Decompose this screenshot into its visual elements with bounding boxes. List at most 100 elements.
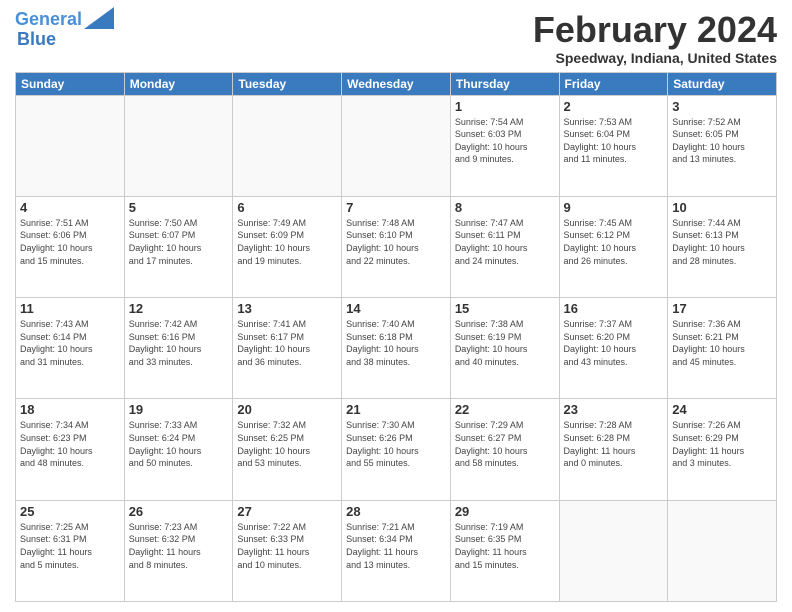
calendar-cell: 5 Sunrise: 7:50 AM Sunset: 6:07 PM Daylig…	[124, 196, 233, 297]
day-info: Sunrise: 7:38 AM Sunset: 6:19 PM Dayligh…	[455, 318, 555, 368]
calendar-cell: 15 Sunrise: 7:38 AM Sunset: 6:19 PM Dayli…	[450, 298, 559, 399]
day-number: 16	[564, 301, 664, 316]
calendar-header-row: SundayMondayTuesdayWednesdayThursdayFrid…	[16, 72, 777, 95]
day-header-saturday: Saturday	[668, 72, 777, 95]
day-number: 3	[672, 99, 772, 114]
day-info: Sunrise: 7:37 AM Sunset: 6:20 PM Dayligh…	[564, 318, 664, 368]
calendar-cell: 7 Sunrise: 7:48 AM Sunset: 6:10 PM Daylig…	[342, 196, 451, 297]
day-header-friday: Friday	[559, 72, 668, 95]
day-number: 20	[237, 402, 337, 417]
day-number: 17	[672, 301, 772, 316]
day-info: Sunrise: 7:36 AM Sunset: 6:21 PM Dayligh…	[672, 318, 772, 368]
location-title: Speedway, Indiana, United States	[533, 50, 777, 66]
day-header-tuesday: Tuesday	[233, 72, 342, 95]
day-number: 29	[455, 504, 555, 519]
day-info: Sunrise: 7:25 AM Sunset: 6:31 PM Dayligh…	[20, 521, 120, 571]
calendar-cell: 22Sunrise: 7:29 AM Sunset: 6:27 PM Dayli…	[450, 399, 559, 500]
day-info: Sunrise: 7:28 AM Sunset: 6:28 PM Dayligh…	[564, 419, 664, 469]
day-info: Sunrise: 7:45 AM Sunset: 6:12 PM Dayligh…	[564, 217, 664, 267]
day-info: Sunrise: 7:48 AM Sunset: 6:10 PM Dayligh…	[346, 217, 446, 267]
day-info: Sunrise: 7:32 AM Sunset: 6:25 PM Dayligh…	[237, 419, 337, 469]
calendar-cell: 1Sunrise: 7:54 AM Sunset: 6:03 PM Daylig…	[450, 95, 559, 196]
day-info: Sunrise: 7:43 AM Sunset: 6:14 PM Dayligh…	[20, 318, 120, 368]
day-info: Sunrise: 7:26 AM Sunset: 6:29 PM Dayligh…	[672, 419, 772, 469]
day-info: Sunrise: 7:40 AM Sunset: 6:18 PM Dayligh…	[346, 318, 446, 368]
day-number: 8	[455, 200, 555, 215]
day-info: Sunrise: 7:23 AM Sunset: 6:32 PM Dayligh…	[129, 521, 229, 571]
calendar-cell: 25 Sunrise: 7:25 AM Sunset: 6:31 PM Dayli…	[16, 500, 125, 601]
day-info: Sunrise: 7:34 AM Sunset: 6:23 PM Dayligh…	[20, 419, 120, 469]
calendar-cell: 28 Sunrise: 7:21 AM Sunset: 6:34 PM Dayli…	[342, 500, 451, 601]
calendar-week-1: 1Sunrise: 7:54 AM Sunset: 6:03 PM Daylig…	[16, 95, 777, 196]
calendar-cell	[124, 95, 233, 196]
day-number: 6	[237, 200, 337, 215]
day-info: Sunrise: 7:30 AM Sunset: 6:26 PM Dayligh…	[346, 419, 446, 469]
calendar-cell	[342, 95, 451, 196]
day-number: 23	[564, 402, 664, 417]
day-header-monday: Monday	[124, 72, 233, 95]
calendar-cell: 13Sunrise: 7:41 AM Sunset: 6:17 PM Dayli…	[233, 298, 342, 399]
calendar-cell	[559, 500, 668, 601]
calendar-cell: 4 Sunrise: 7:51 AM Sunset: 6:06 PM Daylig…	[16, 196, 125, 297]
calendar-cell: 6 Sunrise: 7:49 AM Sunset: 6:09 PM Daylig…	[233, 196, 342, 297]
calendar-cell: 27 Sunrise: 7:22 AM Sunset: 6:33 PM Dayli…	[233, 500, 342, 601]
day-info: Sunrise: 7:52 AM Sunset: 6:05 PM Dayligh…	[672, 116, 772, 166]
day-info: Sunrise: 7:47 AM Sunset: 6:11 PM Dayligh…	[455, 217, 555, 267]
day-number: 25	[20, 504, 120, 519]
day-number: 10	[672, 200, 772, 215]
day-number: 11	[20, 301, 120, 316]
day-number: 27	[237, 504, 337, 519]
calendar-cell: 16 Sunrise: 7:37 AM Sunset: 6:20 PM Dayli…	[559, 298, 668, 399]
day-number: 26	[129, 504, 229, 519]
title-block: February 2024 Speedway, Indiana, United …	[533, 10, 777, 66]
day-info: Sunrise: 7:49 AM Sunset: 6:09 PM Dayligh…	[237, 217, 337, 267]
day-info: Sunrise: 7:51 AM Sunset: 6:06 PM Dayligh…	[20, 217, 120, 267]
day-header-wednesday: Wednesday	[342, 72, 451, 95]
day-info: Sunrise: 7:44 AM Sunset: 6:13 PM Dayligh…	[672, 217, 772, 267]
calendar-cell: 9 Sunrise: 7:45 AM Sunset: 6:12 PM Daylig…	[559, 196, 668, 297]
day-number: 7	[346, 200, 446, 215]
calendar-week-4: 18 Sunrise: 7:34 AM Sunset: 6:23 PM Dayli…	[16, 399, 777, 500]
calendar-cell	[668, 500, 777, 601]
day-number: 15	[455, 301, 555, 316]
logo-text2: Blue	[17, 30, 56, 50]
calendar-cell	[233, 95, 342, 196]
calendar-cell: 19 Sunrise: 7:33 AM Sunset: 6:24 PM Dayli…	[124, 399, 233, 500]
day-info: Sunrise: 7:53 AM Sunset: 6:04 PM Dayligh…	[564, 116, 664, 166]
day-info: Sunrise: 7:33 AM Sunset: 6:24 PM Dayligh…	[129, 419, 229, 469]
calendar-cell: 2Sunrise: 7:53 AM Sunset: 6:04 PM Daylig…	[559, 95, 668, 196]
page: General Blue February 2024 Speedway, Ind…	[0, 0, 792, 612]
calendar-cell: 17 Sunrise: 7:36 AM Sunset: 6:21 PM Dayli…	[668, 298, 777, 399]
calendar-cell	[16, 95, 125, 196]
day-info: Sunrise: 7:21 AM Sunset: 6:34 PM Dayligh…	[346, 521, 446, 571]
calendar-cell: 12 Sunrise: 7:42 AM Sunset: 6:16 PM Dayli…	[124, 298, 233, 399]
day-info: Sunrise: 7:22 AM Sunset: 6:33 PM Dayligh…	[237, 521, 337, 571]
day-number: 28	[346, 504, 446, 519]
day-info: Sunrise: 7:19 AM Sunset: 6:35 PM Dayligh…	[455, 521, 555, 571]
day-number: 18	[20, 402, 120, 417]
day-header-sunday: Sunday	[16, 72, 125, 95]
day-info: Sunrise: 7:41 AM Sunset: 6:17 PM Dayligh…	[237, 318, 337, 368]
day-header-thursday: Thursday	[450, 72, 559, 95]
calendar-cell: 10 Sunrise: 7:44 AM Sunset: 6:13 PM Dayli…	[668, 196, 777, 297]
calendar-week-5: 25 Sunrise: 7:25 AM Sunset: 6:31 PM Dayli…	[16, 500, 777, 601]
day-number: 24	[672, 402, 772, 417]
header: General Blue February 2024 Speedway, Ind…	[15, 10, 777, 66]
calendar-cell: 14 Sunrise: 7:40 AM Sunset: 6:18 PM Dayli…	[342, 298, 451, 399]
month-title: February 2024	[533, 10, 777, 50]
day-info: Sunrise: 7:50 AM Sunset: 6:07 PM Dayligh…	[129, 217, 229, 267]
calendar-cell: 29 Sunrise: 7:19 AM Sunset: 6:35 PM Dayli…	[450, 500, 559, 601]
day-number: 5	[129, 200, 229, 215]
day-number: 4	[20, 200, 120, 215]
day-number: 19	[129, 402, 229, 417]
calendar-cell: 20 Sunrise: 7:32 AM Sunset: 6:25 PM Dayli…	[233, 399, 342, 500]
day-info: Sunrise: 7:42 AM Sunset: 6:16 PM Dayligh…	[129, 318, 229, 368]
day-number: 12	[129, 301, 229, 316]
day-number: 14	[346, 301, 446, 316]
day-number: 21	[346, 402, 446, 417]
calendar-cell: 18 Sunrise: 7:34 AM Sunset: 6:23 PM Dayli…	[16, 399, 125, 500]
calendar-cell: 26 Sunrise: 7:23 AM Sunset: 6:32 PM Dayli…	[124, 500, 233, 601]
calendar-week-2: 4 Sunrise: 7:51 AM Sunset: 6:06 PM Daylig…	[16, 196, 777, 297]
calendar-week-3: 11 Sunrise: 7:43 AM Sunset: 6:14 PM Dayli…	[16, 298, 777, 399]
day-number: 9	[564, 200, 664, 215]
